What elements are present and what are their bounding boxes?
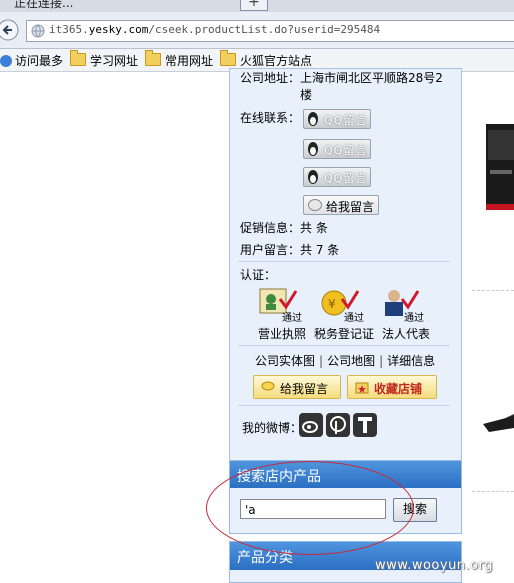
cert-name: 营业执照: [258, 327, 307, 341]
gear-icon: [0, 55, 12, 67]
leave-message-label: 给我留言: [326, 200, 375, 214]
speech-bubble-icon: [261, 381, 275, 391]
address-value-cont: 楼: [300, 88, 313, 102]
link-company-photo[interactable]: 公司实体图: [255, 354, 315, 368]
bookmark-label: 学习网址: [90, 54, 139, 68]
link-company-map[interactable]: 公司地图: [327, 354, 375, 368]
laptop-product-image[interactable]: [475, 394, 514, 434]
sina-weibo-icon[interactable]: [299, 413, 323, 437]
url-prefix: it365.: [49, 23, 89, 36]
url-path: /cseek.productList.do?userid=295484: [148, 23, 381, 36]
certification-label: 认证：: [240, 268, 277, 282]
bookmark-label: 常用网址: [165, 54, 214, 68]
bookmark-folder-firefox[interactable]: 火狐官方站点: [220, 50, 313, 68]
cert-name: 税务登记证: [314, 327, 375, 341]
bookmark-folder-study[interactable]: 学习网址: [70, 50, 139, 68]
back-arrow-icon: [0, 19, 19, 41]
promo-label: 促销信息：: [240, 221, 301, 235]
folder-icon: [220, 50, 236, 66]
divider: [238, 405, 450, 406]
user-message-label: 用户留言：: [240, 243, 301, 257]
tab-strip: 正在连接... +: [0, 0, 514, 12]
user-message-value: 共 7 条: [300, 243, 340, 257]
qq-message-button[interactable]: QQ留言: [303, 167, 371, 187]
company-links: 公司实体图 | 公司地图 | 详细信息: [255, 354, 436, 368]
bookmark-folder-common[interactable]: 常用网址: [145, 50, 214, 68]
qq-penguin-icon: [308, 112, 318, 126]
qq-penguin-icon: [308, 170, 318, 184]
cert-name: 法人代表: [382, 327, 431, 341]
divider-line: [472, 290, 514, 291]
t-weibo-icon[interactable]: [353, 413, 377, 437]
address-bar[interactable]: it365.yesky.com/cseek.productList.do?use…: [26, 20, 514, 42]
qq-penguin-icon: [308, 142, 318, 156]
divider: [238, 345, 450, 346]
printer-product-image[interactable]: [480, 116, 514, 216]
company-info-panel: 公司地址： 上海市闸北区平顺路28号2 楼 在线联系： QQ留言 QQ留言 QQ…: [229, 68, 462, 524]
favorite-shop-label: 收藏店铺: [374, 382, 423, 396]
page-content: 公司地址： 上海市闸北区平顺路28号2 楼 在线联系： QQ留言 QQ留言 QQ…: [0, 68, 514, 583]
qq-message-button[interactable]: QQ留言: [303, 139, 371, 159]
favorite-shop-button[interactable]: 收藏店铺: [347, 375, 437, 399]
qq-button-label: QQ留言: [324, 114, 368, 127]
watermark: www.wooyun.org: [375, 558, 494, 573]
link-details[interactable]: 详细信息: [387, 354, 435, 368]
globe-icon: [31, 24, 45, 38]
navigation-bar: it365.yesky.com/cseek.productList.do?use…: [0, 12, 514, 49]
qq-button-label: QQ留言: [324, 144, 368, 157]
bookmark-label: 火狐官方站点: [240, 54, 313, 68]
cert-badge: 通过: [404, 313, 424, 324]
contact-label: 在线联系：: [240, 111, 301, 125]
address-value: 上海市闸北区平顺路28号2: [300, 71, 443, 85]
bookmark-most-visited[interactable]: 访问最多: [0, 52, 63, 68]
url-text: it365.yesky.com/cseek.productList.do?use…: [49, 23, 380, 36]
weibo-label: 我的微博：: [242, 421, 303, 435]
qq-message-button[interactable]: QQ留言: [303, 109, 371, 129]
new-tab-button[interactable]: +: [240, 0, 268, 11]
leave-message-button-label: 给我留言: [280, 382, 329, 396]
folder-icon: [70, 50, 86, 66]
cert-badge: 通过: [282, 313, 302, 324]
qq-button-label: QQ留言: [324, 172, 368, 185]
tab-title[interactable]: 正在连接...: [14, 0, 73, 11]
bookmark-label: 访问最多: [15, 54, 64, 68]
leave-message-button[interactable]: 给我留言: [253, 375, 341, 399]
folder-icon: [145, 50, 161, 66]
tencent-weibo-icon[interactable]: [326, 413, 350, 437]
back-button[interactable]: [0, 19, 20, 41]
divider-line: [472, 491, 514, 492]
svg-text:¥: ¥: [328, 297, 336, 311]
divider: [238, 261, 450, 262]
leave-message-small-button[interactable]: 给我留言: [303, 195, 379, 215]
cert-badge: 通过: [344, 313, 364, 324]
speech-bubble-icon: [308, 199, 322, 211]
favorite-folder-icon: [355, 382, 369, 394]
url-domain: yesky.com: [88, 23, 149, 36]
promo-value: 共 条: [300, 221, 328, 235]
highlight-ellipse-annotation: [206, 461, 414, 555]
address-label: 公司地址：: [240, 71, 301, 85]
